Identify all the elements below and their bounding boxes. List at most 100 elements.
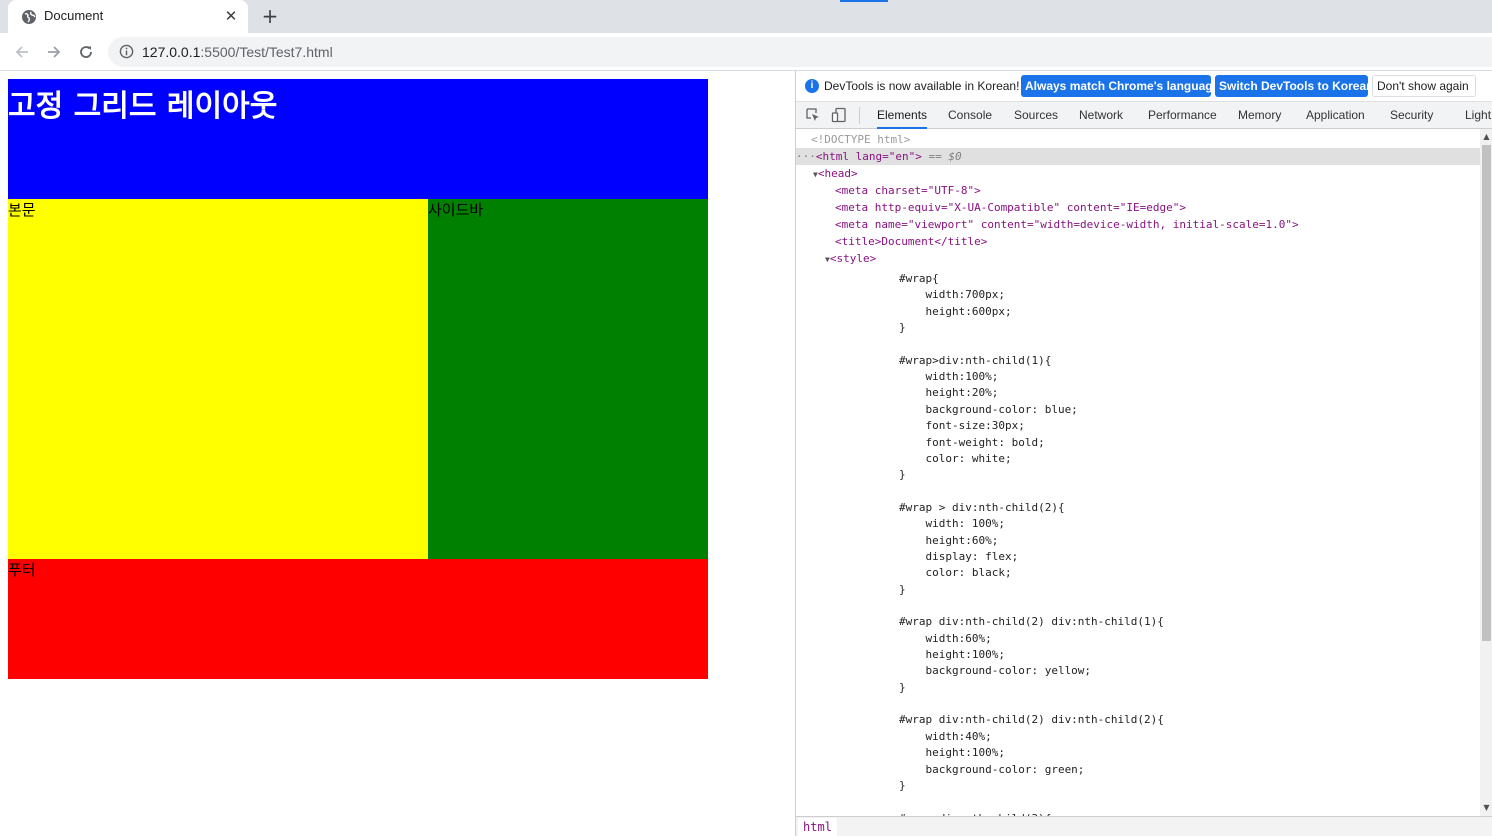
breadcrumb-item-html[interactable]: html (798, 818, 837, 836)
css-code-line: background-color: blue; (899, 402, 1078, 416)
forward-button[interactable] (40, 38, 68, 66)
scroll-up-icon[interactable]: ▲ (1482, 132, 1491, 142)
devtools-panel: i DevTools is now available in Korean! A… (795, 71, 1492, 836)
globe-icon (22, 10, 36, 24)
tab-security[interactable]: Security (1390, 102, 1433, 129)
page-header: 고정 그리드 레이아웃 (8, 79, 708, 199)
switch-korean-button[interactable]: Switch DevTools to Korean (1215, 75, 1373, 97)
dom-node-style[interactable]: ▼<style> (796, 250, 1480, 267)
dom-node-meta[interactable]: <meta charset="UTF-8"> (796, 182, 1480, 199)
match-language-button[interactable]: Always match Chrome's language (1021, 75, 1219, 97)
meta-tag: <meta name="viewport" content="width=dev… (835, 218, 1299, 231)
infobar-message: DevTools is now available in Korean! (824, 79, 1020, 93)
main-content: 본문 (8, 199, 428, 559)
arrow-left-icon (15, 46, 28, 58)
css-code-line: #wrap > div:nth-child(2){ (899, 500, 1065, 514)
reload-icon (80, 46, 92, 58)
dom-node-title[interactable]: <title>Document</title> (796, 233, 1480, 250)
vertical-scrollbar[interactable]: ▲ ▼ (1480, 129, 1492, 816)
inspect-element-icon[interactable] (805, 107, 821, 123)
css-code-line: height:100%; (899, 648, 1005, 662)
info-icon[interactable] (119, 44, 134, 59)
meta-tag: <meta charset="UTF-8"> (835, 184, 981, 197)
url-path: :5500/Test/Test7.html (200, 44, 333, 60)
sidebar: 사이드바 (428, 199, 708, 559)
css-code-line: #wrap>div:nth-child(1){ (899, 353, 1052, 367)
css-code-line: width: 100%; (899, 517, 1005, 531)
scroll-thumb[interactable] (1482, 145, 1491, 641)
css-code-line: color: black; (899, 566, 1012, 580)
head-tag: <head> (817, 167, 858, 180)
tab-network[interactable]: Network (1079, 102, 1123, 129)
tab-performance[interactable]: Performance (1148, 102, 1217, 129)
css-code-line: height:20%; (899, 386, 999, 400)
css-code-line: #wrap div:nth-child(2) div:nth-child(1){ (899, 615, 1164, 629)
doctype-text: <!DOCTYPE html> (811, 133, 911, 146)
new-tab-button[interactable]: + (258, 5, 282, 29)
css-code-line: display: flex; (899, 549, 1019, 563)
wrap-container: 고정 그리드 레이아웃 본문 사이드바 푸터 (8, 79, 708, 679)
page-footer: 푸터 (8, 559, 708, 679)
tab-console[interactable]: Console (948, 102, 992, 129)
tab-lighthouse[interactable]: Light (1465, 102, 1491, 129)
tab-title: Document (44, 8, 104, 23)
css-code-line: #wrap div:nth-child(2) div:nth-child(2){ (899, 713, 1164, 727)
info-icon: i (805, 79, 819, 93)
dom-node-meta[interactable]: <meta http-equiv="X-UA-Compatible" conte… (796, 199, 1480, 216)
tab-close-icon[interactable]: ✕ (222, 8, 240, 26)
dom-node-head[interactable]: ▼<head> (796, 165, 1480, 182)
tab-sources[interactable]: Sources (1014, 102, 1058, 129)
dont-show-again-button[interactable]: Don't show again (1372, 75, 1476, 97)
css-code-line: height:60%; (899, 533, 999, 547)
selected-marker: == $0 (921, 150, 962, 163)
css-code-line: font-size:30px; (899, 419, 1025, 433)
css-code-line (796, 483, 1480, 500)
css-code-line (796, 793, 1480, 810)
style-tag: <style> (829, 252, 877, 265)
tab-elements[interactable]: Elements (877, 102, 928, 129)
page-viewport: 고정 그리드 레이아웃 본문 사이드바 푸터 (0, 71, 795, 836)
css-code-line: } (899, 468, 906, 482)
dom-node-doctype[interactable]: <!DOCTYPE html> (796, 131, 1480, 148)
css-code-line: background-color: green; (899, 762, 1085, 776)
tab-separator (859, 107, 860, 124)
url-text[interactable]: 127.0.0.1:5500/Test/Test7.html (142, 44, 333, 60)
meta-tag: <meta http-equiv="X-UA-Compatible" conte… (835, 201, 1186, 214)
reload-button[interactable] (72, 38, 100, 66)
ellipsis-icon[interactable]: ··· (796, 150, 816, 163)
content-row: 본문 사이드바 (8, 199, 708, 559)
css-code-line: #wrap{ (899, 272, 939, 285)
css-code-line: width:700px; (899, 288, 1005, 302)
language-infobar: i DevTools is now available in Korean! A… (796, 71, 1492, 102)
css-code-line: width:100%; (899, 370, 999, 384)
breadcrumb: html (796, 816, 1492, 836)
css-code-line: } (899, 582, 906, 596)
devtools-tabbar: Elements Console Sources Network Perform… (796, 102, 1492, 129)
back-button[interactable] (8, 38, 36, 66)
css-code-line: height:600px; (899, 304, 1012, 318)
tab-indicator (840, 0, 888, 2)
tab-memory[interactable]: Memory (1238, 102, 1281, 129)
css-code-line: } (899, 778, 906, 792)
css-code-line: width:40%; (899, 729, 992, 743)
css-code-line (796, 695, 1480, 712)
tab-strip: Document ✕ + (0, 0, 1492, 33)
css-code-line (796, 597, 1480, 614)
tab-application[interactable]: Application (1306, 102, 1365, 129)
css-code-line: } (899, 321, 906, 335)
dom-node-meta[interactable]: <meta name="viewport" content="width=dev… (796, 216, 1480, 233)
device-toolbar-icon[interactable] (831, 107, 847, 123)
scroll-down-icon[interactable]: ▼ (1482, 803, 1491, 813)
arrow-right-icon (48, 46, 61, 58)
css-code-line: height:100%; (899, 746, 1005, 760)
dom-node-html[interactable]: ···<html lang="en"> == $0 (796, 148, 1480, 165)
address-bar[interactable]: 127.0.0.1:5500/Test/Test7.html (108, 37, 1492, 67)
url-host: 127.0.0.1 (142, 44, 201, 60)
title-tag: <title>Document</title> (835, 235, 988, 248)
css-code-line: color: white; (899, 451, 1012, 465)
elements-tree: <!DOCTYPE html> ···<html lang="en"> == $… (796, 129, 1480, 816)
browser-tab[interactable]: Document ✕ (8, 0, 248, 33)
browser-toolbar: 127.0.0.1:5500/Test/Test7.html (0, 33, 1492, 71)
html-tag: <html lang="en"> (815, 150, 922, 163)
css-code-line: } (899, 680, 906, 694)
